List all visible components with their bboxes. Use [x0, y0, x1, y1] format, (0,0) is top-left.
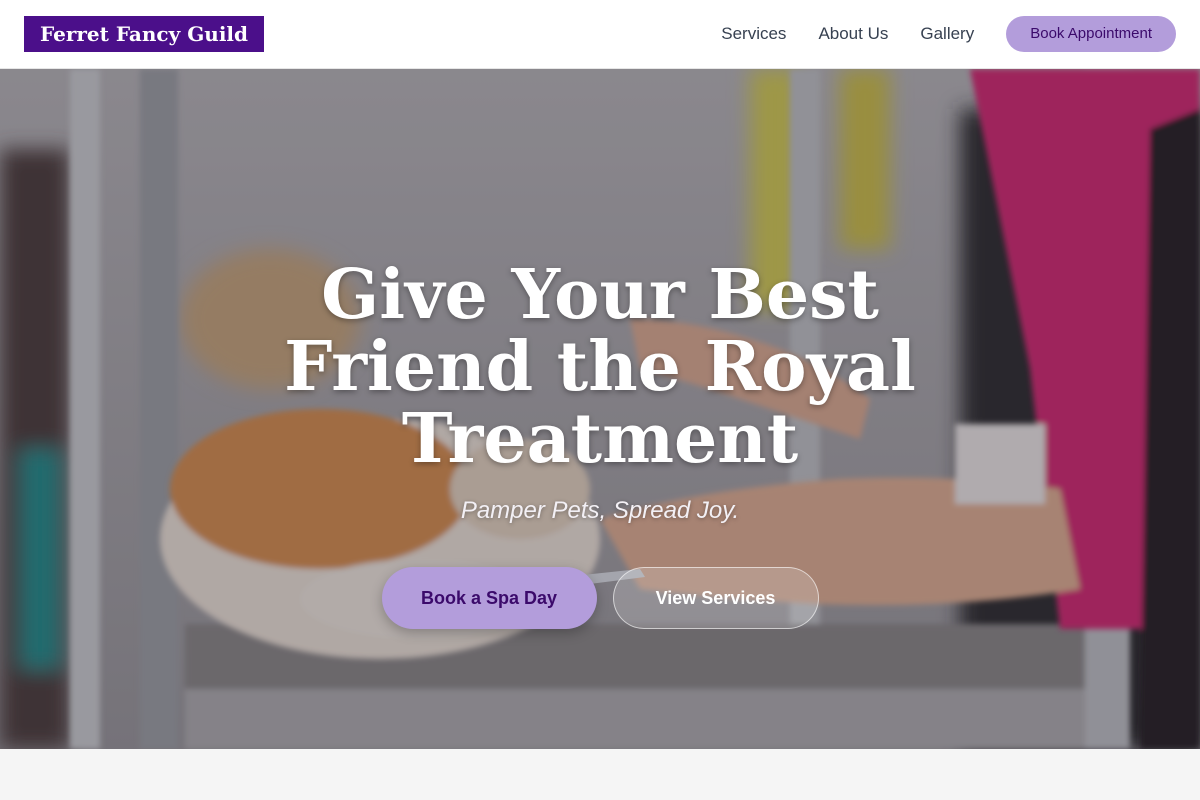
next-section [0, 749, 1200, 800]
hero-subtitle: Pamper Pets, Spread Joy. [460, 497, 740, 524]
hero-section: Give Your Best Friend the Royal Treatmen… [0, 69, 1200, 749]
hero-actions: Book a Spa Day View Services [381, 567, 819, 629]
view-services-button[interactable]: View Services [612, 567, 819, 629]
site-header: Ferret Fancy Guild Services About Us Gal… [0, 0, 1200, 69]
nav-about-us[interactable]: About Us [818, 24, 888, 44]
logo[interactable]: Ferret Fancy Guild [24, 16, 264, 52]
nav-services[interactable]: Services [721, 24, 786, 44]
book-spa-day-button[interactable]: Book a Spa Day [381, 567, 597, 629]
nav-gallery[interactable]: Gallery [920, 24, 974, 44]
hero-content: Give Your Best Friend the Royal Treatmen… [0, 69, 1200, 749]
main-nav: Services About Us Gallery Book Appointme… [689, 16, 1176, 52]
book-appointment-button[interactable]: Book Appointment [1006, 16, 1176, 52]
hero-title: Give Your Best Friend the Royal Treatmen… [284, 255, 916, 479]
